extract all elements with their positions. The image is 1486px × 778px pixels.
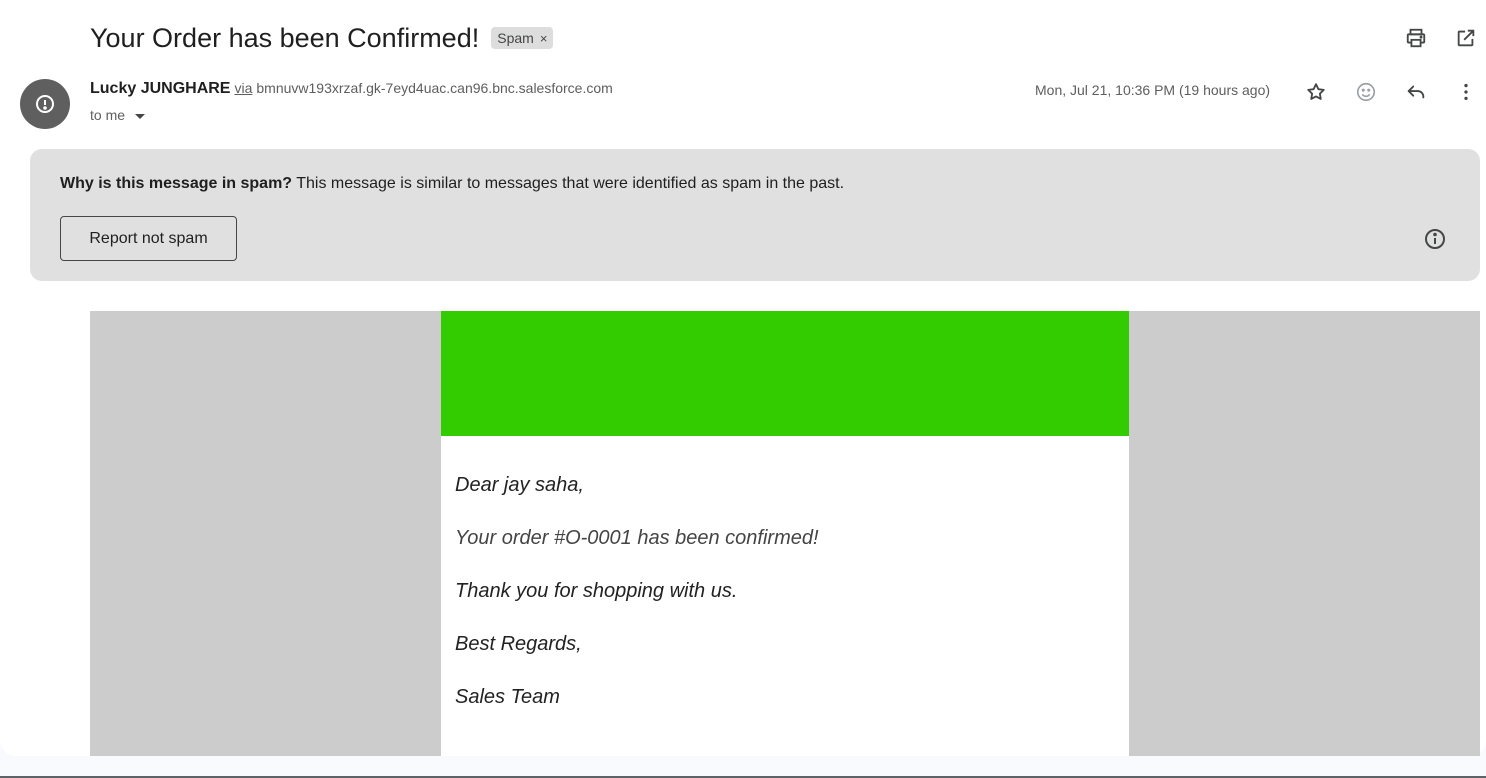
info-icon[interactable]	[1423, 227, 1447, 251]
sender-line: Lucky JUNGHARE via bmnuvw193xrzaf.gk-7ey…	[90, 80, 613, 98]
email-card: Dear jay saha, Your order #O-0001 has be…	[441, 311, 1129, 756]
sender-name[interactable]: Lucky JUNGHARE	[90, 80, 230, 98]
via-domain: bmnuvw193xrzaf.gk-7eyd4uac.can96.bnc.sal…	[256, 80, 613, 96]
reply-icon[interactable]	[1402, 78, 1430, 106]
print-icon[interactable]	[1402, 24, 1430, 52]
sender-avatar[interactable]	[20, 79, 70, 129]
chevron-down-icon	[135, 113, 146, 119]
email-subject: Your Order has been Confirmed!	[90, 22, 480, 53]
open-in-new-window-icon[interactable]	[1452, 24, 1480, 52]
spam-label-text: Spam	[497, 30, 534, 46]
spam-label-chip[interactable]: Spam ×	[491, 27, 554, 49]
email-view: Your Order has been Confirmed! Spam × Lu…	[0, 0, 1486, 756]
email-greeting: Dear jay saha,	[455, 474, 584, 496]
via-link[interactable]: via	[234, 80, 252, 96]
email-header-banner	[441, 311, 1129, 436]
more-vertical-icon[interactable]	[1452, 78, 1480, 106]
email-message-body: Dear jay saha, Your order #O-0001 has be…	[441, 436, 1129, 711]
email-thanks-line: Thank you for shopping with us.	[455, 580, 738, 602]
remove-label-icon[interactable]: ×	[540, 31, 548, 46]
recipient-text: to me	[90, 107, 126, 123]
star-icon[interactable]	[1302, 78, 1330, 106]
spam-explanation: This message is similar to messages that…	[296, 175, 845, 192]
spam-question: Why is this message in spam?	[60, 175, 293, 192]
message-date: Mon, Jul 21, 10:36 PM (19 hours ago)	[1035, 82, 1271, 98]
email-content-frame: Dear jay saha, Your order #O-0001 has be…	[90, 311, 1480, 756]
emoji-reaction-icon[interactable]	[1352, 78, 1380, 106]
subject-row: Your Order has been Confirmed! Spam ×	[90, 18, 554, 58]
email-closing: Best Regards,	[455, 633, 582, 655]
subject-actions	[1402, 24, 1480, 52]
spam-warning-text: Why is this message in spam? This messag…	[60, 175, 844, 193]
recipient-details-toggle[interactable]: to me	[90, 107, 146, 123]
email-signature: Sales Team	[455, 686, 560, 708]
alert-icon	[36, 95, 54, 113]
email-order-line: Your order #O-0001 has been confirmed!	[455, 527, 819, 549]
message-actions	[1302, 78, 1480, 106]
report-not-spam-button[interactable]: Report not spam	[60, 216, 237, 261]
spam-warning-banner: Why is this message in spam? This messag…	[30, 149, 1480, 281]
